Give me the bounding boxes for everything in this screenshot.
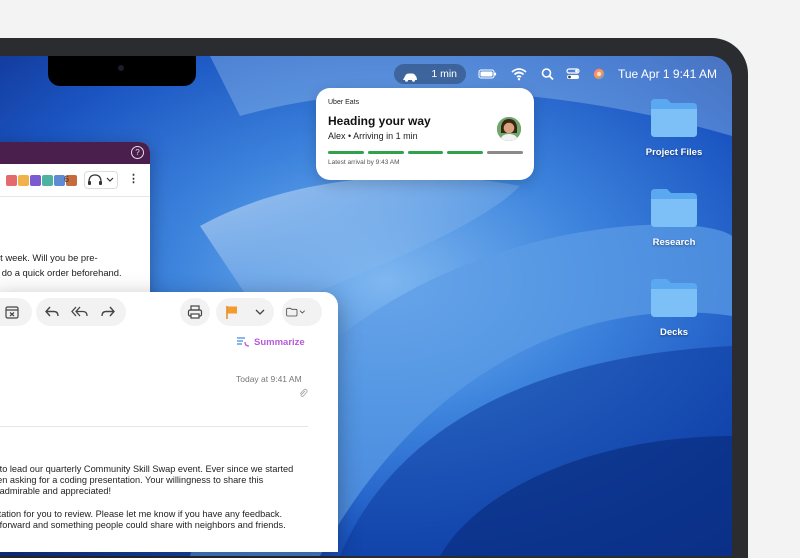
delivery-progress [328,151,523,154]
reply-all-button[interactable] [70,302,90,322]
live-activity-time: 1 min [431,68,457,80]
flag-menu-button[interactable] [250,302,270,322]
toolbar-group-print [180,298,210,326]
help-icon[interactable]: ? [131,146,144,159]
reply-all-icon [71,306,88,317]
uber-eats-notification[interactable]: Uber Eats Heading your way Alex • Arrivi… [316,88,534,180]
folder-icon [651,279,697,317]
body-line: g to lead our quarterly Community Skill … [0,464,294,474]
camera-notch [48,56,196,86]
siri-icon[interactable] [592,65,606,88]
battery-icon[interactable] [478,65,498,88]
flag-icon [226,306,237,319]
mail-window: Summarize Today at 9:41 AM ) g to lead o… [0,292,338,552]
courier-avatar [497,117,521,141]
printer-icon [187,305,203,319]
reply-button[interactable] [42,302,62,322]
mail-toolbar [0,298,338,328]
folder-icon [651,99,697,137]
search-icon[interactable] [541,65,555,88]
mail-body: g to lead our quarterly Community Skill … [0,464,332,543]
progress-segment [487,151,523,154]
folder-decks[interactable]: Decks [639,276,709,338]
forward-button[interactable] [98,302,118,322]
chevron-down-icon [255,309,265,315]
toolbar-group-move [282,298,322,326]
mail-date: Today at 9:41 AM [236,374,302,384]
move-to-folder-button[interactable] [286,302,306,322]
progress-segment [407,151,444,154]
forward-icon [101,306,115,317]
message-line: lunch next week. Will you be pre- [0,252,98,263]
slack-message-text: lunch next week. Will you be pre- uld ea… [0,250,150,280]
slack-titlebar: ? [0,142,150,164]
car-icon [402,69,418,87]
huddle-button[interactable] [84,171,118,189]
camera-icon [118,65,124,71]
progress-segment [367,151,404,154]
junk-icon [5,306,19,319]
more-options-icon[interactable]: ⋮ [128,172,139,185]
body-line: vitation for you to review. Please let m… [0,509,283,519]
folder-research[interactable]: Research [639,186,709,248]
reply-icon [45,306,59,317]
folder-move-icon [286,307,305,317]
progress-segment [328,151,364,154]
summarize-button[interactable]: Summarize [236,336,305,348]
summarize-icon [237,337,250,347]
folder-label: Decks [660,327,688,338]
print-button[interactable] [185,302,205,322]
body-line: een asking for a coding presentation. Yo… [0,475,264,485]
toolbar-group-delete [0,298,32,326]
menu-bar-clock[interactable]: Tue Apr 1 9:41 AM [618,65,717,83]
headphones-icon [88,174,114,185]
folder-label: Research [652,237,696,248]
flag-button[interactable] [222,302,242,322]
body-line: htforward and something people could sha… [0,520,286,530]
divider [0,426,308,427]
notification-title: Heading your way [328,114,431,128]
folder-icon [651,189,697,227]
body-line: h admirable and appreciated! [0,486,112,496]
toolbar-group-reply [36,298,126,326]
folder-project-files[interactable]: Project Files [639,96,709,158]
channel-header: 6 ⋮ [0,164,150,197]
notification-subtitle: Alex • Arriving in 1 min [328,131,418,141]
member-count: 6 [64,174,70,184]
notification-app-name: Uber Eats [328,99,360,106]
summarize-label: Summarize [254,336,305,348]
live-activity-pill[interactable]: 1 min [394,64,466,84]
progress-segment [447,151,484,154]
latest-arrival: Latest arrival by 9:43 AM [328,159,400,166]
message-line: uld easily do a quick order beforehand. [0,267,122,278]
toolbar-group-flag [216,298,274,326]
attachment-icon[interactable] [298,388,308,400]
wifi-icon[interactable] [511,65,527,88]
control-center-icon[interactable] [566,65,580,88]
folder-label: Project Files [645,147,703,158]
junk-button[interactable] [2,302,22,322]
